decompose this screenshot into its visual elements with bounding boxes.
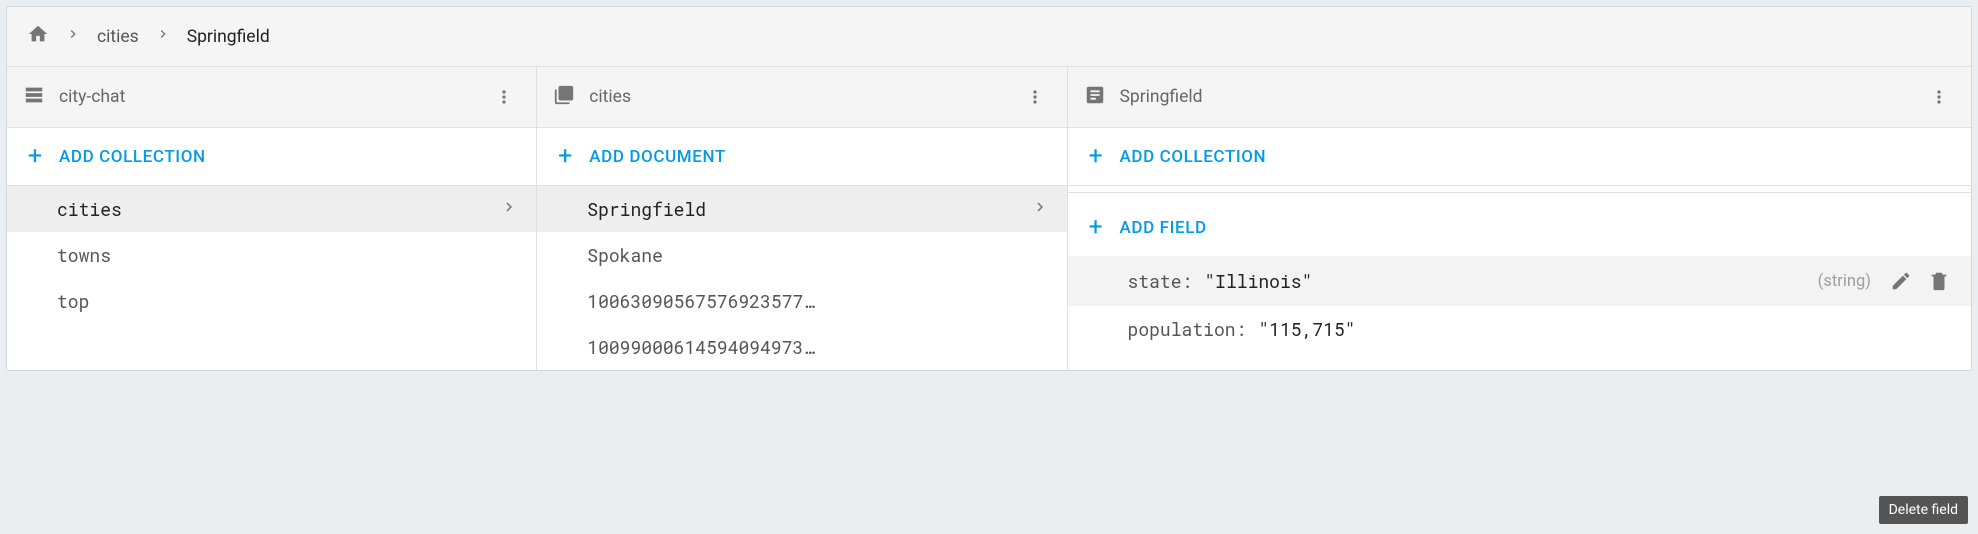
add-document-button[interactable]: + ADD DOCUMENT: [537, 128, 1066, 186]
item-label: top: [57, 289, 518, 313]
item-label: towns: [57, 243, 518, 267]
breadcrumb-item[interactable]: Springfield: [187, 27, 270, 47]
chevron-right-icon: [1031, 197, 1049, 221]
root-column: city-chat + ADD COLLECTION cities towns …: [7, 67, 537, 370]
chevron-right-icon: [500, 197, 518, 221]
field-key: state:: [1128, 269, 1193, 293]
collection-icon: [553, 84, 575, 111]
column-title: cities: [589, 87, 1004, 107]
more-vert-icon[interactable]: [1019, 81, 1051, 113]
chevron-right-icon: [65, 26, 81, 47]
field-value: "115,715": [1258, 317, 1355, 341]
plus-icon: +: [555, 144, 575, 169]
item-label: Spokane: [587, 243, 1048, 267]
chevron-right-icon: [155, 26, 171, 47]
field-key: population:: [1128, 317, 1247, 341]
breadcrumb: cities Springfield: [7, 7, 1971, 67]
document-item[interactable]: 10099000614594094973…: [537, 324, 1066, 370]
add-collection-button[interactable]: + ADD COLLECTION: [7, 128, 536, 186]
plus-icon: +: [25, 144, 45, 169]
item-label: Springfield: [587, 197, 1030, 221]
plus-icon: +: [1086, 144, 1106, 169]
column-title: Springfield: [1120, 87, 1909, 107]
collection-item[interactable]: top: [7, 278, 536, 324]
field-type: (string): [1818, 272, 1871, 291]
document-item[interactable]: Spokane: [537, 232, 1066, 278]
add-label: ADD DOCUMENT: [589, 147, 726, 167]
add-label: ADD COLLECTION: [1120, 147, 1267, 167]
edit-icon[interactable]: [1887, 267, 1915, 295]
document-item[interactable]: Springfield: [537, 186, 1066, 232]
delete-icon[interactable]: [1925, 267, 1953, 295]
collection-column: cities + ADD DOCUMENT Springfield Spokan…: [537, 67, 1067, 370]
home-icon[interactable]: [27, 23, 49, 50]
collection-item[interactable]: towns: [7, 232, 536, 278]
document-column: Springfield + ADD COLLECTION + ADD FIELD…: [1068, 67, 1971, 370]
item-label: 10063090567576923577…: [587, 289, 1048, 313]
item-label: cities: [57, 197, 500, 221]
item-label: 10099000614594094973…: [587, 335, 1048, 359]
database-icon: [23, 84, 45, 111]
breadcrumb-item[interactable]: cities: [97, 27, 139, 47]
field-value: "Illinois": [1204, 269, 1312, 293]
add-field-button[interactable]: + ADD FIELD: [1068, 199, 1971, 256]
more-vert-icon[interactable]: [1923, 81, 1955, 113]
collection-item[interactable]: cities: [7, 186, 536, 232]
field-row[interactable]: state: "Illinois" (string): [1068, 256, 1971, 306]
column-title: city-chat: [59, 87, 474, 107]
add-label: ADD COLLECTION: [59, 147, 206, 167]
add-label: ADD FIELD: [1120, 218, 1207, 238]
add-collection-button[interactable]: + ADD COLLECTION: [1068, 128, 1971, 186]
document-icon: [1084, 84, 1106, 111]
document-item[interactable]: 10063090567576923577…: [537, 278, 1066, 324]
tooltip: Delete field: [1879, 496, 1968, 524]
plus-icon: +: [1086, 215, 1106, 240]
more-vert-icon[interactable]: [488, 81, 520, 113]
field-row[interactable]: population: "115,715": [1068, 306, 1971, 352]
